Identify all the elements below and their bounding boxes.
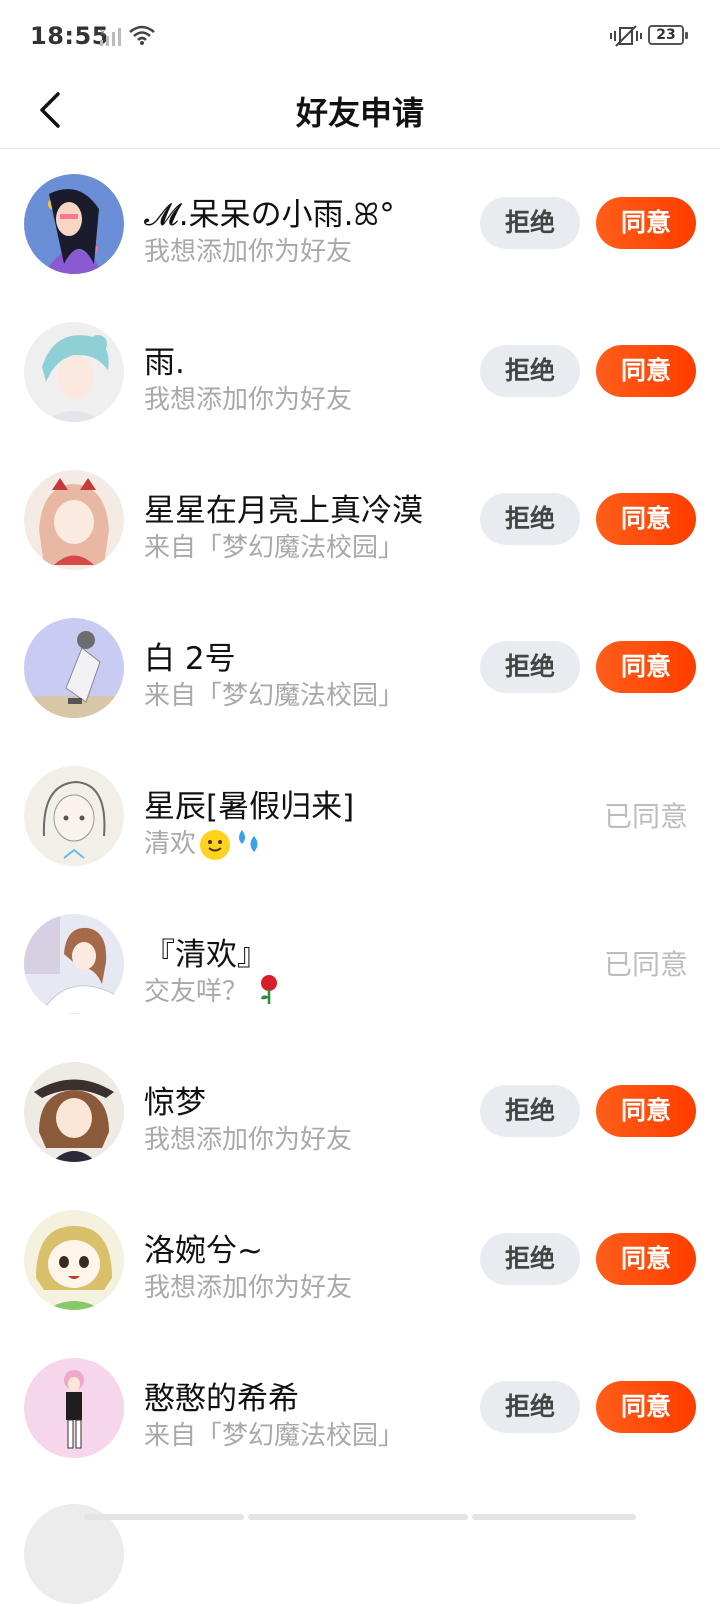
- reject-button[interactable]: 拒绝: [480, 345, 580, 397]
- agree-button[interactable]: 同意: [596, 1381, 696, 1433]
- placeholder-bar: [84, 1514, 244, 1520]
- agree-button[interactable]: 同意: [596, 493, 696, 545]
- battery-icon: 23: [648, 25, 688, 45]
- list-item[interactable]: 惊梦 我想添加你为好友 拒绝 同意: [0, 1037, 720, 1185]
- requester-name: 星星在月亮上真冷漠: [144, 493, 423, 529]
- list-item[interactable]: 雨. 我想添加你为好友 拒绝 同意: [0, 297, 720, 445]
- status-bar: 18:55 x 23: [0, 0, 720, 72]
- avatar[interactable]: [24, 618, 124, 718]
- reject-button[interactable]: 拒绝: [480, 1085, 580, 1137]
- reject-button[interactable]: 拒绝: [480, 1233, 580, 1285]
- list-item[interactable]: 憨憨的希希 来自「梦幻魔法校园」 拒绝 同意: [0, 1333, 720, 1481]
- agreed-status: 已同意: [604, 948, 689, 981]
- reject-button[interactable]: 拒绝: [480, 493, 580, 545]
- request-message-text: 清欢: [144, 829, 197, 859]
- rose-icon: [256, 973, 282, 1012]
- requester-name: 憨憨的希希: [144, 1381, 299, 1417]
- list-item-partial: [0, 1500, 720, 1604]
- request-message: 清欢: [144, 823, 264, 863]
- requester-name: 洛婉兮~: [144, 1233, 263, 1269]
- request-message-text: 交友咩？: [144, 977, 249, 1007]
- vibrate-icon: [610, 24, 642, 52]
- agree-button[interactable]: 同意: [596, 1233, 696, 1285]
- svg-text:x: x: [100, 28, 106, 38]
- requester-name: 『清欢』: [144, 937, 268, 973]
- friend-request-list: 𝓜.呆呆の小雨.ꕤ° 我想添加你为好友 拒绝 同意 雨. 我想添加你为好友 拒绝…: [0, 149, 720, 1481]
- request-message: 来自「梦幻魔法校园」: [144, 533, 405, 563]
- request-message: 我想添加你为好友: [144, 1273, 353, 1303]
- nav-bar: 好友申请: [0, 72, 720, 148]
- avatar[interactable]: [24, 470, 124, 570]
- status-time: 18:55: [30, 22, 109, 50]
- sweat-drops-icon: [234, 826, 264, 863]
- agree-button[interactable]: 同意: [596, 641, 696, 693]
- agree-button[interactable]: 同意: [596, 197, 696, 249]
- request-message: 我想添加你为好友: [144, 385, 353, 415]
- agree-button[interactable]: 同意: [596, 345, 696, 397]
- avatar[interactable]: [24, 766, 124, 866]
- reject-button[interactable]: 拒绝: [480, 1381, 580, 1433]
- page-title: 好友申请: [295, 94, 424, 132]
- reject-button[interactable]: 拒绝: [480, 197, 580, 249]
- list-item[interactable]: 星星在月亮上真冷漠 来自「梦幻魔法校园」 拒绝 同意: [0, 445, 720, 593]
- requester-name: 𝓜.呆呆の小雨.ꕤ°: [144, 197, 395, 233]
- avatar[interactable]: [24, 322, 124, 422]
- list-item[interactable]: 星辰[暑假归来] 清欢 已同意: [0, 741, 720, 889]
- avatar[interactable]: [24, 174, 124, 274]
- wifi-icon: [128, 24, 156, 50]
- list-item[interactable]: 『清欢』 交友咩？ 已同意: [0, 889, 720, 1037]
- requester-name: 雨.: [144, 345, 185, 381]
- agreed-status: 已同意: [604, 800, 689, 833]
- list-item[interactable]: 白 2号 来自「梦幻魔法校园」 拒绝 同意: [0, 593, 720, 741]
- placeholder-bar: [248, 1514, 468, 1520]
- request-message: 交友咩？: [144, 971, 282, 1012]
- avatar[interactable]: [24, 914, 124, 1014]
- request-message: 来自「梦幻魔法校园」: [144, 1421, 405, 1451]
- request-message: 我想添加你为好友: [144, 1125, 353, 1155]
- placeholder-bar: [472, 1514, 636, 1520]
- smile-emoji-icon: [200, 829, 231, 860]
- request-message: 我想添加你为好友: [144, 237, 353, 267]
- requester-name: 星辰[暑假归来]: [144, 789, 355, 825]
- list-item[interactable]: 𝓜.呆呆の小雨.ꕤ° 我想添加你为好友 拒绝 同意: [0, 149, 720, 297]
- requester-name: 惊梦: [144, 1085, 206, 1121]
- reject-button[interactable]: 拒绝: [480, 641, 580, 693]
- avatar[interactable]: [24, 1062, 124, 1162]
- avatar[interactable]: [24, 1210, 124, 1310]
- request-message: 来自「梦幻魔法校园」: [144, 681, 405, 711]
- agree-button[interactable]: 同意: [596, 1085, 696, 1137]
- avatar[interactable]: [24, 1358, 124, 1458]
- signal-icon: x: [100, 26, 124, 50]
- list-item[interactable]: 洛婉兮~ 我想添加你为好友 拒绝 同意: [0, 1185, 720, 1333]
- requester-name: 白 2号: [144, 641, 236, 677]
